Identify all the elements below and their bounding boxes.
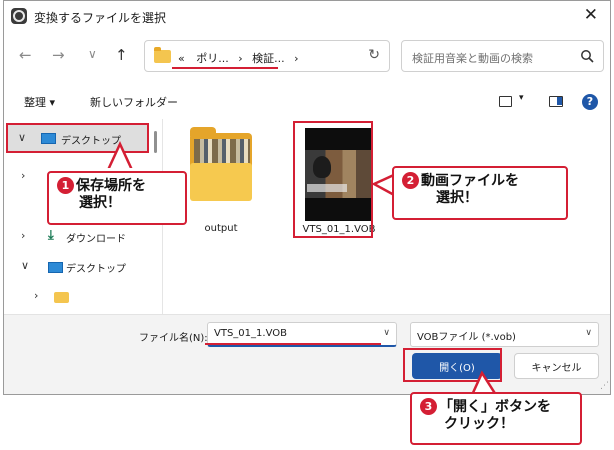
chevron-down-icon[interactable]: ∨ bbox=[18, 131, 26, 144]
filetype-select[interactable]: VOBファイル (*.vob) ∨ bbox=[410, 322, 599, 347]
chevron-down-icon[interactable]: ∨ bbox=[585, 328, 592, 338]
breadcrumb-separator: › bbox=[238, 52, 243, 65]
step-number: 2 bbox=[402, 172, 419, 189]
search-icon bbox=[581, 50, 594, 63]
window-title: 変換するファイルを選択 bbox=[34, 11, 167, 25]
folder-icon bbox=[54, 292, 69, 303]
chevron-down-icon[interactable]: ∨ bbox=[21, 259, 29, 272]
sidebar-item-downloads[interactable]: › ⤓ ダウンロード bbox=[4, 225, 152, 249]
new-folder-button[interactable]: 新しいフォルダー bbox=[90, 94, 178, 110]
annotation-text: 「開く」ボタンを bbox=[439, 399, 551, 415]
breadcrumb-item[interactable]: ポリ... bbox=[196, 52, 229, 65]
refresh-icon[interactable]: ↻ bbox=[368, 47, 380, 63]
title-bar: 変換するファイルを選択 ✕ bbox=[4, 1, 610, 31]
annotation-step1: 1 保存場所を 選択！ bbox=[47, 171, 187, 225]
chevron-down-icon[interactable]: ∨ bbox=[383, 328, 390, 338]
video-highlight-box bbox=[293, 121, 373, 238]
chevron-right-icon[interactable]: › bbox=[21, 229, 25, 242]
cancel-button[interactable]: キャンセル bbox=[514, 353, 599, 379]
sidebar-item-label: デスクトップ bbox=[66, 264, 126, 275]
sidebar-item-desktop-2[interactable]: ∨ デスクトップ bbox=[4, 255, 152, 279]
annotation-step2: 2 動画ファイルを 選択！ bbox=[392, 166, 568, 220]
chevron-right-icon[interactable]: › bbox=[34, 289, 38, 302]
file-name: output bbox=[204, 223, 238, 234]
folder-icon bbox=[154, 47, 171, 63]
chevron-right-icon[interactable]: › bbox=[21, 169, 25, 182]
sidebar-item-label: ダウンロード bbox=[66, 234, 126, 245]
up-arrow-icon[interactable]: ↑ bbox=[115, 46, 128, 64]
scrollbar[interactable] bbox=[154, 131, 157, 153]
forward-arrow-icon[interactable]: → bbox=[52, 46, 65, 64]
breadcrumb-overflow[interactable]: « bbox=[178, 52, 185, 65]
breadcrumb-highlight bbox=[172, 67, 278, 69]
step-number: 1 bbox=[57, 177, 74, 194]
chevron-down-icon[interactable]: ▾ bbox=[519, 93, 524, 103]
step-number: 3 bbox=[420, 398, 437, 415]
help-icon[interactable]: ? bbox=[582, 94, 598, 110]
filename-highlight bbox=[205, 343, 381, 345]
annotation-step3: 3 「開く」ボタンを クリック！ bbox=[410, 392, 582, 445]
file-item-output[interactable]: output bbox=[190, 127, 252, 243]
annotation-text: 選択！ bbox=[79, 195, 121, 211]
annotation-text: 選択！ bbox=[436, 190, 478, 206]
back-arrow-icon[interactable]: ← bbox=[19, 46, 32, 64]
desktop-icon bbox=[48, 262, 63, 273]
recent-locations-icon[interactable]: ∨ bbox=[88, 47, 97, 61]
filetype-value: VOBファイル (*.vob) bbox=[417, 332, 516, 343]
resize-grip-icon[interactable]: ⋰ bbox=[600, 381, 609, 391]
breadcrumb-item[interactable]: 検証... bbox=[252, 52, 285, 65]
close-icon[interactable]: ✕ bbox=[584, 5, 598, 25]
filename-label: ファイル名(N): bbox=[139, 333, 208, 344]
breadcrumb-trail[interactable]: › bbox=[294, 52, 298, 65]
annotation-text: 保存場所を bbox=[76, 178, 146, 194]
app-icon bbox=[11, 8, 27, 24]
annotation-text: 動画ファイルを bbox=[421, 173, 519, 189]
desktop-icon bbox=[41, 133, 56, 144]
search-input[interactable]: 検証用音楽と動画の検索 bbox=[401, 40, 604, 72]
search-placeholder: 検証用音楽と動画の検索 bbox=[412, 52, 533, 65]
folder-front bbox=[190, 163, 252, 201]
organize-button[interactable]: 整理 ▾ bbox=[24, 94, 55, 110]
breadcrumb: « ポリ... › 検証... › bbox=[178, 50, 299, 66]
sidebar-item-folder[interactable]: › bbox=[4, 285, 152, 309]
filename-value: VTS_01_1.VOB bbox=[214, 328, 287, 339]
download-icon: ⤓ bbox=[48, 228, 54, 243]
view-options-icon[interactable] bbox=[499, 96, 512, 107]
preview-pane-icon[interactable] bbox=[549, 96, 563, 107]
annotation-text: クリック！ bbox=[444, 416, 514, 432]
